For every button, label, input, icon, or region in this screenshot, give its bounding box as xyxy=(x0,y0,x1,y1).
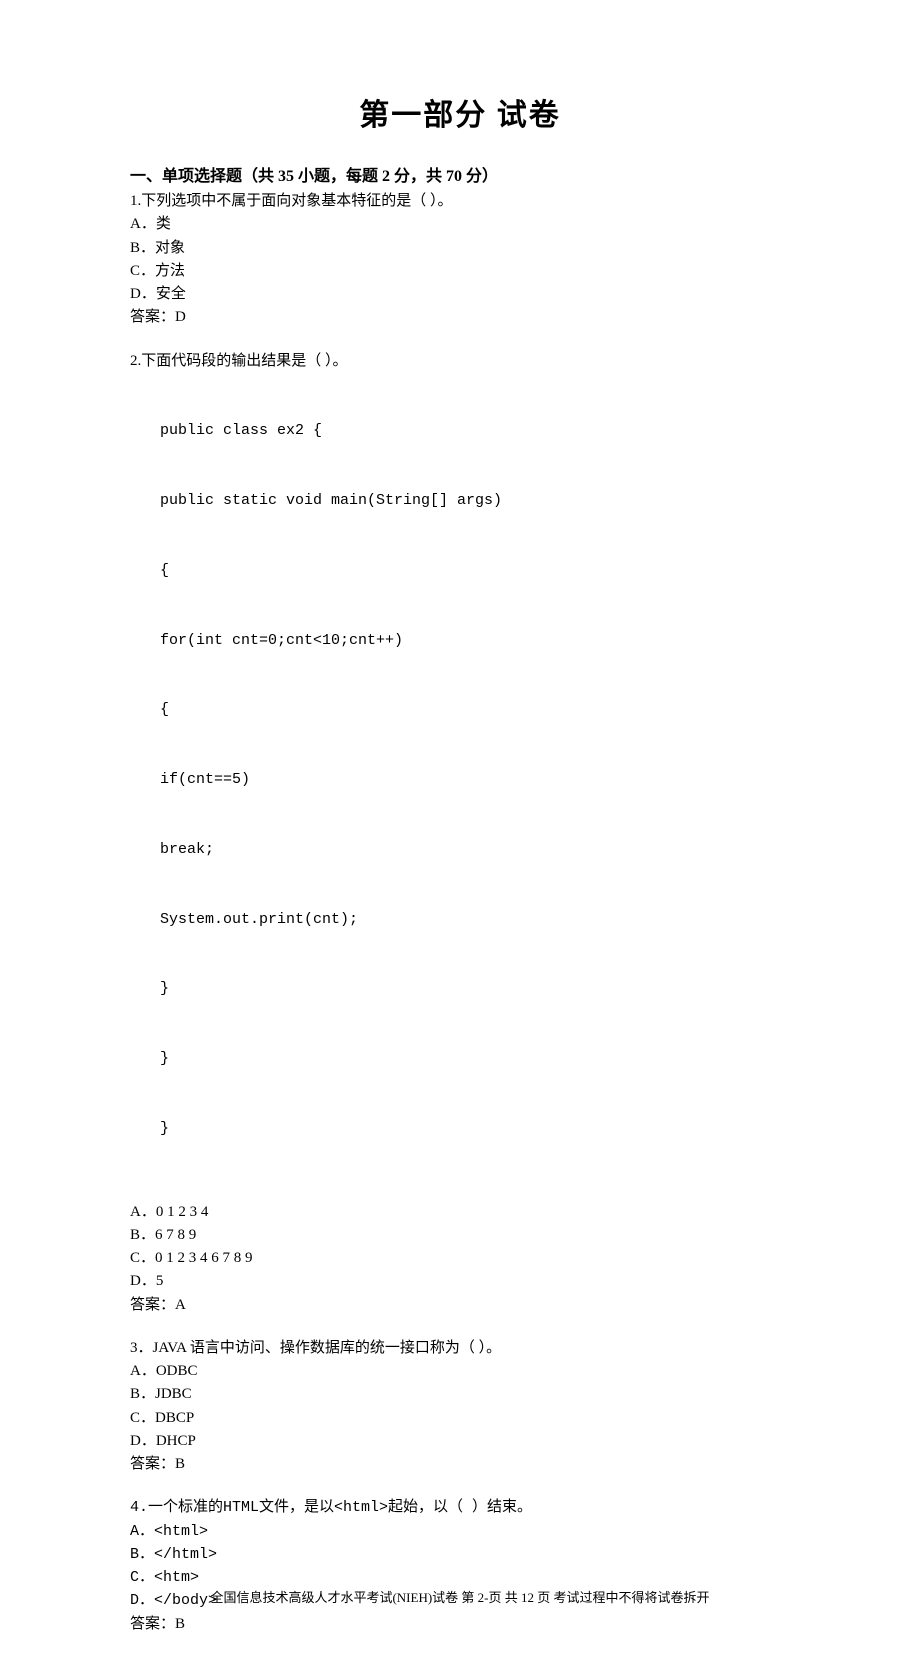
code-line: if(cnt==5) xyxy=(160,768,790,791)
option-a: A．0 1 2 3 4 xyxy=(130,1201,790,1224)
option-b: B．JDBC xyxy=(130,1383,790,1406)
spacer xyxy=(130,1187,790,1201)
answer: 答案：B xyxy=(130,1613,790,1636)
code-line: { xyxy=(160,698,790,721)
question-stem: 4.一个标准的HTML文件，是以<html>起始，以（ ）结束。 xyxy=(130,1496,790,1519)
question-stem: 2.下面代码段的输出结果是（ ）。 xyxy=(130,350,790,373)
code-line: { xyxy=(160,559,790,582)
option-b: B．对象 xyxy=(130,237,790,260)
option-a: A．<html> xyxy=(130,1520,790,1543)
option-c: C．方法 xyxy=(130,260,790,283)
code-line: } xyxy=(160,977,790,1000)
code-line: System.out.print(cnt); xyxy=(160,908,790,931)
question-stem: 1.下列选项中不属于面向对象基本特征的是（ ）。 xyxy=(130,190,790,213)
option-c: C．<htm> xyxy=(130,1566,790,1589)
option-c: C．0 1 2 3 4 6 7 8 9 xyxy=(130,1247,790,1270)
option-d: D．安全 xyxy=(130,283,790,306)
option-a: A．ODBC xyxy=(130,1360,790,1383)
code-line: } xyxy=(160,1047,790,1070)
question-stem: 3．JAVA 语言中访问、操作数据库的统一接口称为（ ）。 xyxy=(130,1337,790,1360)
code-line: } xyxy=(160,1117,790,1140)
option-d: D．5 xyxy=(130,1270,790,1293)
question-4: 4.一个标准的HTML文件，是以<html>起始，以（ ）结束。 A．<html… xyxy=(130,1496,790,1636)
answer: 答案：D xyxy=(130,306,790,329)
option-d: D．DHCP xyxy=(130,1430,790,1453)
code-block: public class ex2 { public static void ma… xyxy=(160,373,790,1187)
answer: 答案：B xyxy=(130,1453,790,1476)
question-3: 3．JAVA 语言中访问、操作数据库的统一接口称为（ ）。 A．ODBC B．J… xyxy=(130,1337,790,1477)
option-b: B．</html> xyxy=(130,1543,790,1566)
section-header: 一、单项选择题（共 35 小题，每题 2 分，共 70 分） xyxy=(130,162,790,186)
option-b: B．6 7 8 9 xyxy=(130,1224,790,1247)
question-1: 1.下列选项中不属于面向对象基本特征的是（ ）。 A．类 B．对象 C．方法 D… xyxy=(130,190,790,330)
answer: 答案：A xyxy=(130,1294,790,1317)
option-c: C．DBCP xyxy=(130,1407,790,1430)
page-title: 第一部分 试卷 xyxy=(130,90,790,134)
code-line: for(int cnt=0;cnt<10;cnt++) xyxy=(160,629,790,652)
code-line: break; xyxy=(160,838,790,861)
code-line: public class ex2 { xyxy=(160,419,790,442)
page-footer: 全国信息技术高级人才水平考试(NIEH)试卷 第 2-页 共 12 页 考试过程… xyxy=(0,1587,920,1606)
option-a: A．类 xyxy=(130,213,790,236)
question-2: 2.下面代码段的输出结果是（ ）。 public class ex2 { pub… xyxy=(130,350,790,1317)
page: 第一部分 试卷 一、单项选择题（共 35 小题，每题 2 分，共 70 分） 1… xyxy=(0,0,920,1636)
code-line: public static void main(String[] args) xyxy=(160,489,790,512)
